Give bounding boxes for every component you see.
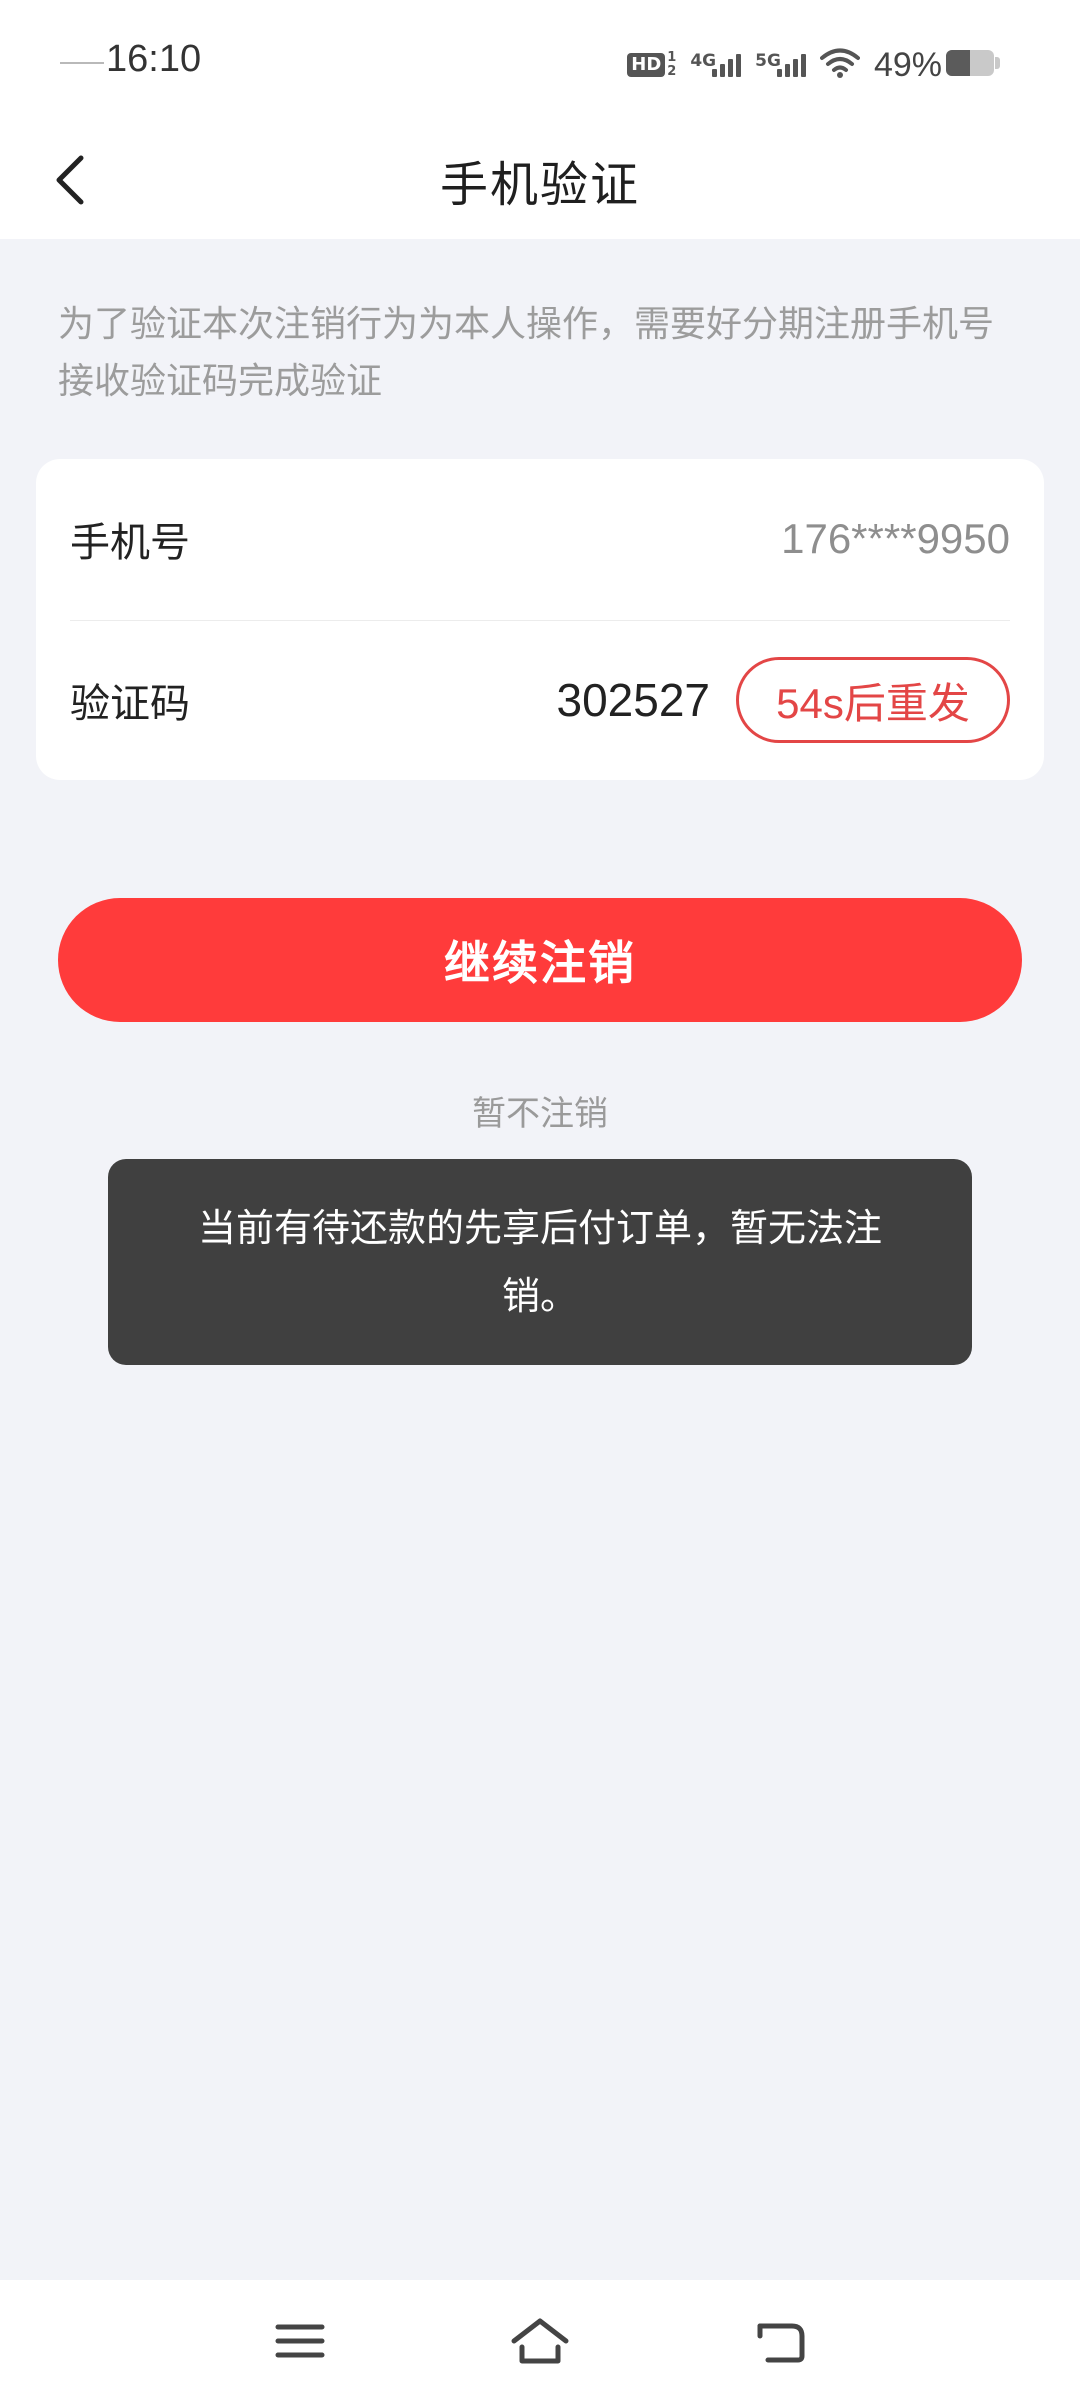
toast-text: 当前有待还款的先享后付订单，暂无法注销。 <box>197 1206 882 1318</box>
code-row: 验证码 54s后重发 <box>70 620 1010 780</box>
hd-sub-bottom: 2 <box>667 64 677 79</box>
hd-icon: HD 1 2 <box>627 51 676 79</box>
status-bar: 16:10 HD 1 2 4G 5G 49% <box>0 0 1080 125</box>
system-nav-bar <box>0 2280 1080 2408</box>
battery-icon <box>946 50 994 76</box>
signal-4g-icon: 4G <box>690 51 742 77</box>
resend-code-button[interactable]: 54s后重发 <box>736 657 1010 743</box>
cancel-deregister-link[interactable]: 暂不注销 <box>0 1086 1080 1135</box>
menu-icon <box>275 2321 325 2365</box>
toast-message: 当前有待还款的先享后付订单，暂无法注销。 <box>108 1159 972 1365</box>
status-time: 16:10 <box>106 38 202 80</box>
verification-card: 手机号 176****9950 验证码 54s后重发 <box>36 459 1044 780</box>
home-button[interactable] <box>505 2308 575 2378</box>
recent-apps-button[interactable] <box>265 2308 335 2378</box>
phone-value: 176****9950 <box>781 515 1010 562</box>
nav-header: 手机验证 <box>0 125 1080 239</box>
hd-sub-top: 1 <box>667 50 677 65</box>
home-icon <box>510 2317 570 2369</box>
verification-description: 为了验证本次注销行为为本人操作，需要好分期注册手机号接收验证码完成验证 <box>58 304 995 402</box>
hd-label: HD <box>627 53 666 77</box>
battery-fill <box>946 50 970 76</box>
verification-code-input[interactable] <box>370 673 710 727</box>
battery-percent: 49% <box>873 45 942 84</box>
back-icon <box>754 2318 806 2368</box>
battery-tip <box>995 57 1000 69</box>
phone-row: 手机号 176****9950 <box>70 459 1010 619</box>
status-icons: HD 1 2 4G 5G 49% <box>627 40 942 90</box>
status-indicator-line <box>60 62 104 64</box>
page-title: 手机验证 <box>439 157 640 213</box>
continue-deregister-button[interactable]: 继续注销 <box>58 898 1022 1022</box>
system-back-button[interactable] <box>745 2308 815 2378</box>
signal-5g-icon: 5G <box>755 51 806 77</box>
wifi-icon <box>819 47 860 83</box>
code-label: 验证码 <box>70 681 190 727</box>
phone-label: 手机号 <box>70 520 190 566</box>
